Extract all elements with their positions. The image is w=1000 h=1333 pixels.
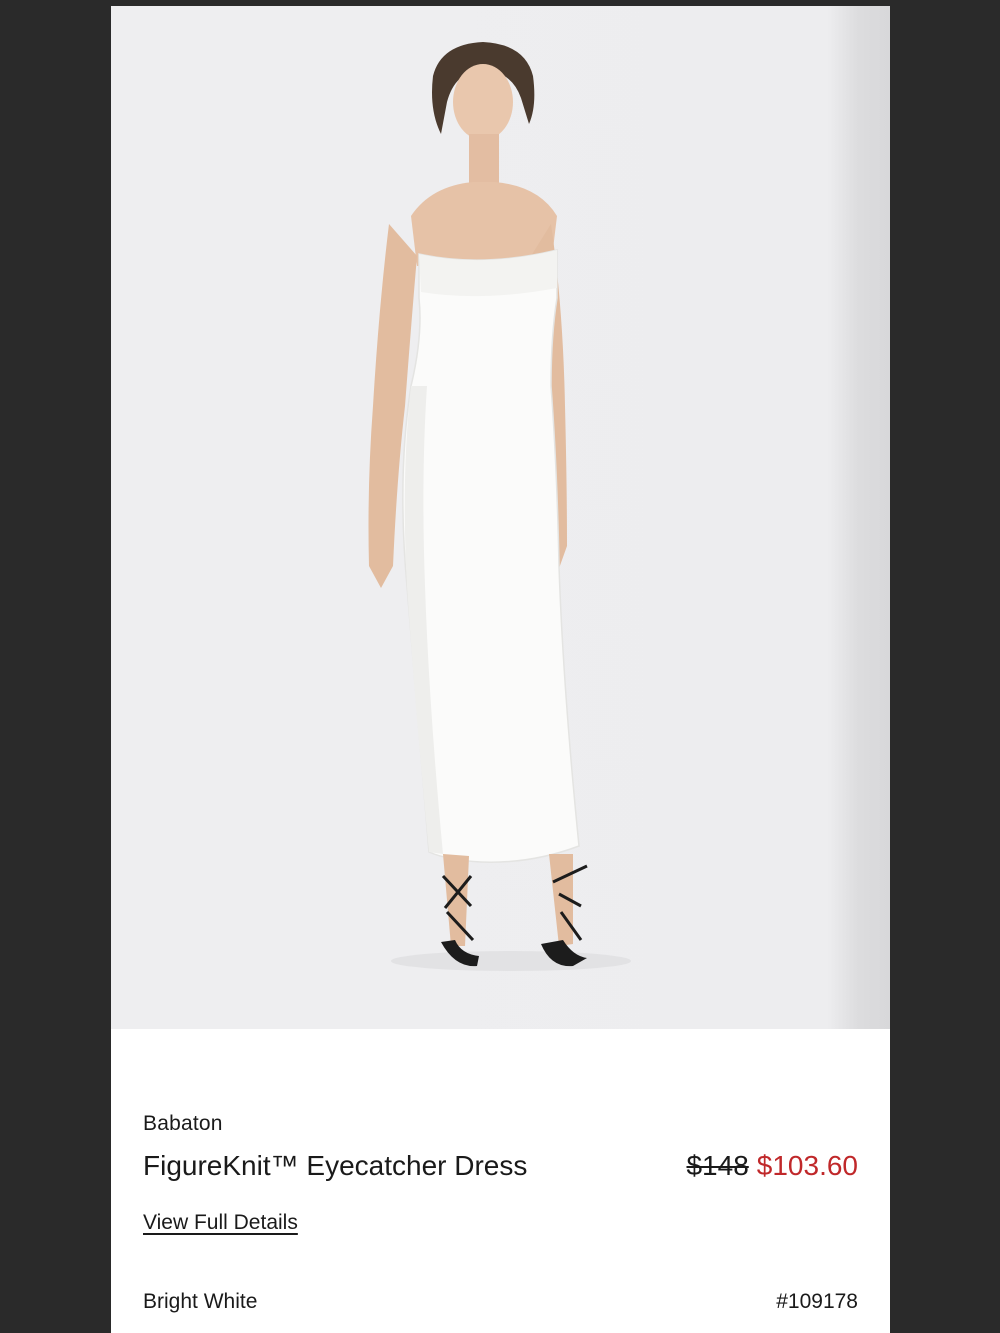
original-price: $148	[686, 1150, 749, 1181]
brand-name: Babaton	[143, 1112, 223, 1135]
product-card: Babaton FigureKnit™ Eyecatcher Dress $14…	[111, 6, 890, 1333]
sale-price: $103.60	[756, 1150, 858, 1181]
floor-shadow	[391, 951, 631, 971]
title-row: FigureKnit™ Eyecatcher Dress $148 $103.60	[143, 1150, 858, 1182]
neck	[469, 134, 499, 184]
color-name: Bright White	[143, 1290, 258, 1313]
product-image[interactable]	[111, 6, 890, 1029]
style-number: #109178	[776, 1290, 858, 1313]
model-photo	[368, 42, 631, 971]
face	[453, 64, 513, 140]
price-block: $148 $103.60	[686, 1150, 858, 1182]
variant-row: Bright White #109178	[143, 1290, 858, 1314]
view-full-details-link[interactable]: View Full Details	[143, 1211, 298, 1235]
product-title: FigureKnit™ Eyecatcher Dress	[143, 1150, 528, 1181]
